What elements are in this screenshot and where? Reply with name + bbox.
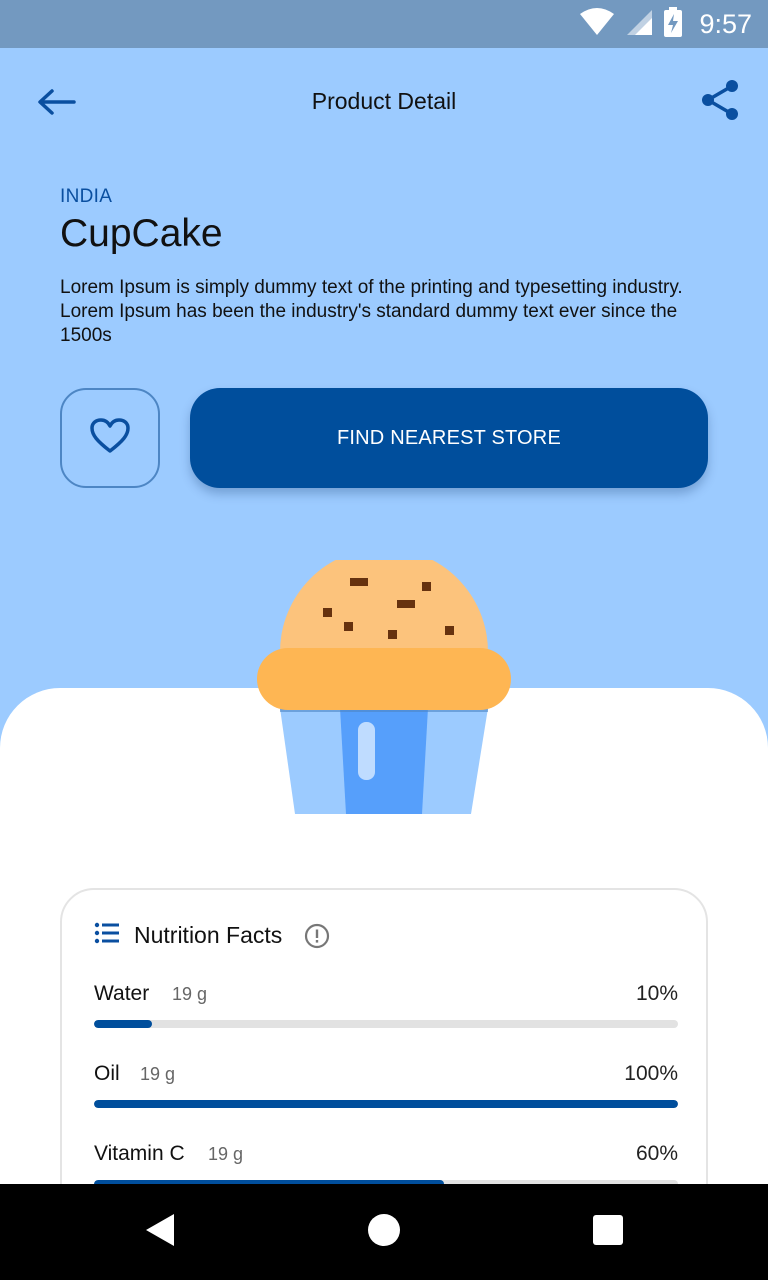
heart-outline-icon [89,417,131,460]
status-time: 9:57 [699,8,752,39]
list-icon [94,922,120,949]
signal-icon [625,8,653,41]
nutrient-progress-fill [94,1020,153,1028]
system-nav-bar [0,1184,768,1280]
app-bar: Product Detail [0,48,768,160]
square-recents-icon [592,1214,624,1251]
nutrition-row-oil: Oil 19 g 100% [94,1062,678,1122]
status-icons: 9:57 [579,0,752,48]
nutrition-title: Nutrition Facts [134,922,283,948]
nutrient-percent: 10% [635,982,678,1005]
triangle-back-icon [143,1212,177,1253]
nutrient-percent: 60% [635,1142,678,1165]
nutrient-progress-track [94,1020,678,1028]
nutrient-name: Oil [94,1062,120,1085]
circle-home-icon [367,1213,401,1252]
nutrient-amount: 19 g [208,1144,244,1164]
product-name: CupCake [60,212,223,255]
nutrient-amount: 19 g [140,1064,176,1084]
nutrient-progress-fill [94,1100,678,1108]
wifi-icon [579,7,615,41]
favorite-button[interactable] [60,388,160,488]
share-button[interactable] [694,76,746,128]
info-circle-icon[interactable] [304,923,330,949]
nutrition-row-water: Water 19 g 10% [94,982,678,1042]
nav-back-button[interactable] [136,1208,184,1256]
nutrient-name: Water [94,982,150,1005]
nav-recents-button[interactable] [584,1208,632,1256]
find-nearest-store-button[interactable]: FIND NEAREST STORE [190,388,708,488]
nav-home-button[interactable] [360,1208,408,1256]
status-bar: 9:57 [0,0,768,48]
nutrient-progress-track [94,1100,678,1108]
page-title: Product Detail [311,88,457,114]
nutrition-header: Nutrition Facts [94,922,330,949]
battery-charging-icon [663,6,683,42]
cupcake-illustration [254,548,514,820]
nutrient-percent: 100% [624,1062,678,1085]
nutrient-amount: 19 g [172,984,208,1004]
product-description: Lorem Ipsum is simply dummy text of the … [60,277,683,346]
share-icon [699,78,741,127]
nutrient-name: Vitamin C [94,1142,185,1165]
product-origin: INDIA [60,186,113,207]
